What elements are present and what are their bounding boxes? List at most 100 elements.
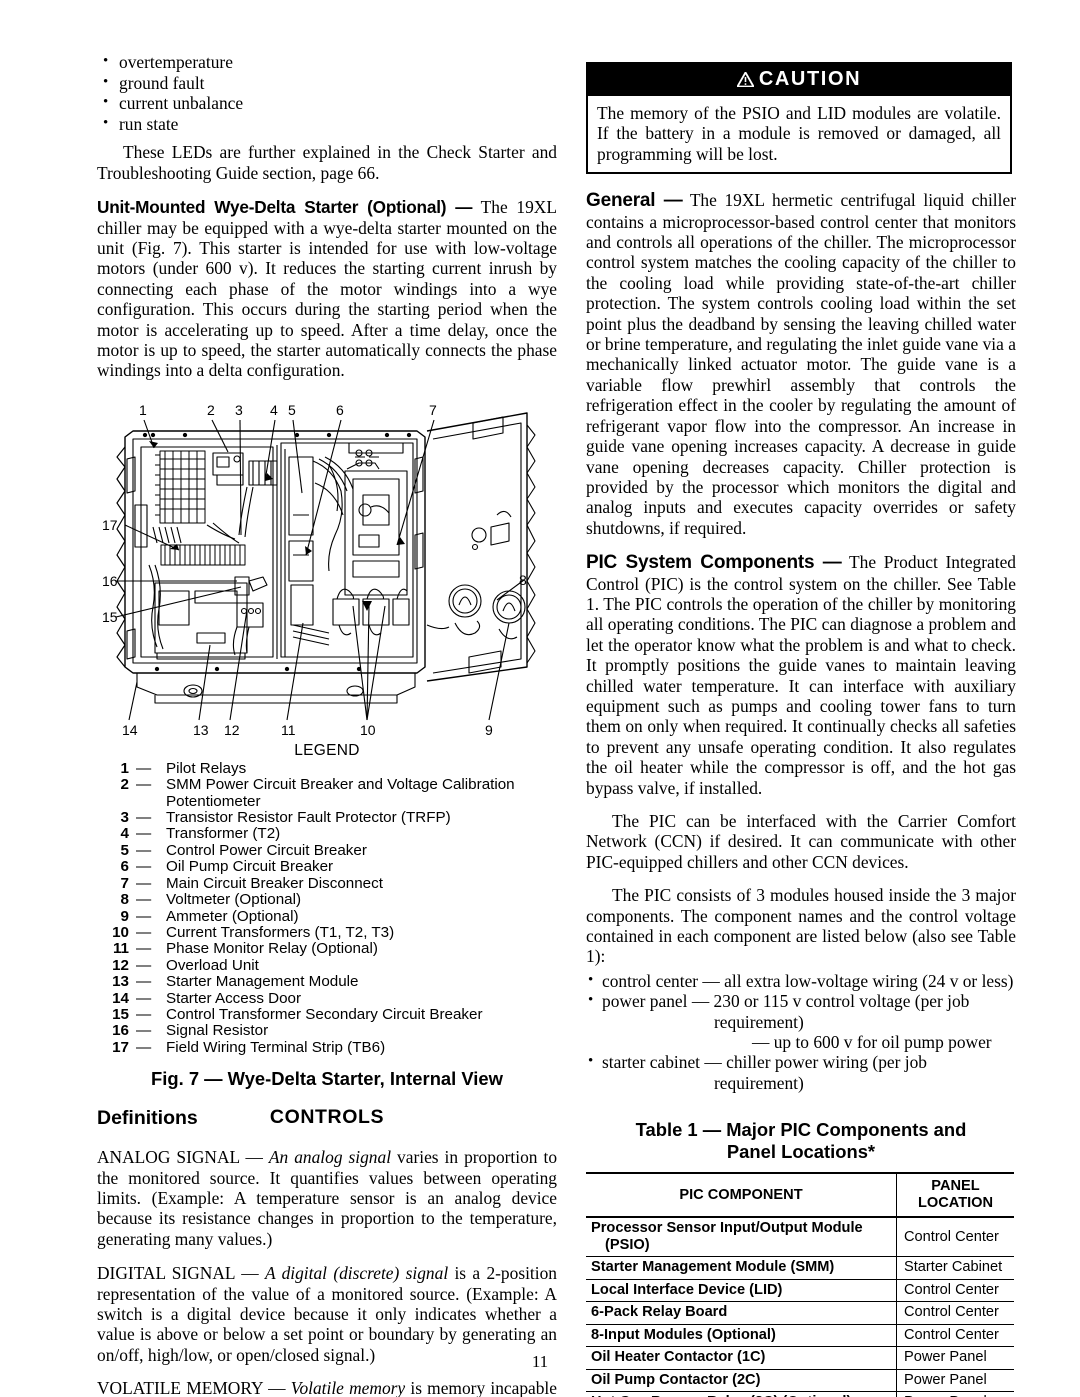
legend-row: 1 — Pilot Relays — [101, 760, 557, 777]
table-row: Processor Sensor Input/Output Module (PS… — [586, 1217, 1014, 1258]
legend-number: 17 — [112, 1038, 129, 1056]
right-column: CAUTION The memory of the PSIO and LID m… — [586, 62, 1016, 1397]
legend-row: 11 — Phase Monitor Relay (Optional) — [101, 940, 557, 958]
module-bullet-sub: requirement) — [714, 1072, 804, 1093]
legend-text: Ammeter (Optional) — [166, 907, 299, 925]
cell-component-line1: Processor Sensor Input/Output Module — [591, 1220, 863, 1237]
legend-text: Overload Unit — [166, 956, 259, 974]
cell-component: Oil Pump Contactor (2C) — [586, 1369, 897, 1393]
caution-box: CAUTION The memory of the PSIO and LID m… — [586, 62, 1012, 175]
legend-dash: — — [136, 907, 152, 925]
legend-text: Oil Pump Circuit Breaker — [166, 858, 334, 876]
definition-italic: Volatile memory — [290, 1378, 406, 1397]
table-row: Hot Gas Bypass Relay (3C) (Optional) Pow… — [586, 1391, 1014, 1397]
cell-component-line2: (PSIO) — [605, 1236, 650, 1253]
ccn-paragraph: The PIC can be interfaced with the Carri… — [586, 811, 1016, 872]
figure-callout-13: 13 — [193, 722, 209, 738]
legend-text: Phase Monitor Relay (Optional) — [166, 940, 378, 958]
legend-text: Starter Management Module — [166, 973, 359, 991]
legend-text: Starter Access Door — [166, 989, 302, 1007]
cell-location: Power Panel — [896, 1391, 1014, 1397]
figure-callout-7: 7 — [429, 402, 437, 418]
legend-dash: — — [136, 1005, 152, 1023]
cell-component: Processor Sensor Input/Output Module (PS… — [586, 1217, 897, 1258]
list-item: power panel — 230 or 115 v control volta… — [586, 990, 1016, 1053]
cell-component: Hot Gas Bypass Relay (3C) (Optional) — [586, 1391, 897, 1397]
caution-label: CAUTION — [758, 68, 862, 90]
legend-number: 15 — [112, 1005, 129, 1023]
general-body: The 19XL hermetic centrifugal liquid chi… — [586, 190, 1016, 538]
legend-text: Voltmeter (Optional) — [166, 891, 302, 909]
modules-paragraph: The PIC consists of 3 modules housed ins… — [586, 885, 1016, 967]
legend-number: 13 — [112, 973, 129, 991]
figure-callout-12: 12 — [224, 722, 240, 738]
legend-text: Current Transformers (T1, T2, T3) — [166, 923, 395, 941]
legend-row: 10 — Current Transformers (T1, T2, T3) — [101, 923, 557, 941]
figure-callout-9: 9 — [485, 722, 493, 738]
table-1-title-line1: Table 1 — Major PIC Components and — [635, 1119, 967, 1141]
general-section: General — The 19XL hermetic centrifugal … — [586, 190, 1016, 538]
leds-paragraph: These LEDs are further explained in the … — [97, 142, 557, 183]
legend-row: 15 — Control Transformer Secondary Circuit… — [101, 1005, 557, 1023]
module-bullet-main: control center — all extra low-voltage w… — [602, 970, 1014, 991]
table-1-title-line2: Panel Locations* — [726, 1141, 876, 1163]
legend-dash: — — [136, 973, 152, 991]
legend-number: 5 — [120, 841, 129, 859]
definition-term: DIGITAL SIGNAL — — [97, 1263, 265, 1284]
legend-row: 9 — Ammeter (Optional) — [101, 907, 557, 925]
table-row: Oil Pump Contactor (2C) Power Panel — [586, 1369, 1014, 1393]
legend-text: Transistor Resistor Fault Protector (TRF… — [166, 809, 451, 827]
legend-number: 11 — [112, 940, 129, 958]
cell-component: 8-Input Modules (Optional) — [586, 1324, 897, 1348]
starter-cabinet-line-drawing: 1 2 3 4 5 6 7 8 9 10 11 12 13 14 15 16 1 — [102, 402, 536, 738]
left-column: overtemperature ground fault current unb… — [97, 51, 557, 1397]
figure-7-wye-delta-starter: 1 2 3 4 5 6 7 8 9 10 11 12 13 14 15 16 1 — [97, 395, 557, 740]
legend-row: 7 — Main Circuit Breaker Disconnect — [101, 875, 557, 892]
legend-dash: — — [136, 858, 152, 876]
list-item: current unbalance — [97, 92, 557, 114]
module-bullet-main: starter cabinet — chiller power wiring (… — [602, 1052, 927, 1073]
legend-dash: — — [136, 989, 152, 1007]
legend-row: 2 — SMM Power Circuit Breaker and Voltage … — [101, 777, 557, 810]
definition-term: VOLATILE MEMORY — — [97, 1378, 291, 1397]
figure-callout-15: 15 — [102, 609, 118, 625]
legend-number: 9 — [120, 907, 129, 925]
led-bullet-list: overtemperature ground fault current unb… — [97, 51, 557, 135]
legend-dash: — — [136, 809, 152, 827]
figure-callout-16: 16 — [102, 573, 118, 589]
cell-component: Starter Management Module (SMM) — [586, 1256, 897, 1280]
page-number: 11 — [531, 1352, 549, 1371]
table-row: Local Interface Device (LID) Control Cen… — [586, 1279, 1014, 1303]
legend-dash: — — [136, 1022, 152, 1040]
legend-row: 13 — Starter Management Module — [101, 973, 557, 991]
legend-number: 16 — [112, 1022, 129, 1040]
wye-delta-heading: Unit-Mounted Wye-Delta Starter (Optional… — [97, 197, 473, 218]
table-1-title: Table 1 — Major PIC Components and Panel… — [586, 1119, 1016, 1163]
list-item: run state — [97, 113, 557, 135]
module-bullet-sub: — up to 600 v for oil pump power — [752, 1032, 992, 1053]
figure-callout-3: 3 — [235, 402, 243, 418]
legend-number: 6 — [120, 858, 129, 876]
legend-dash: — — [136, 923, 152, 941]
legend-text: Control Power Circuit Breaker — [166, 841, 367, 859]
legend-row: 5 — Control Power Circuit Breaker — [101, 841, 557, 859]
caution-bar: CAUTION — [588, 64, 1010, 96]
cell-location: Control Center — [896, 1301, 1014, 1325]
legend-row: 16 — Signal Resistor — [101, 1022, 557, 1040]
pic-system-components-heading: PIC System Components — — [586, 552, 842, 574]
column-header-pic-component: PIC COMPONENT — [586, 1172, 897, 1219]
pic-system-components-body: The Product Integrated Control (PIC) is … — [586, 552, 1016, 798]
legend-dash: — — [136, 940, 152, 958]
list-item: control center — all extra low-voltage w… — [586, 970, 1016, 991]
legend-text: Field Wiring Terminal Strip (TB6) — [166, 1038, 386, 1056]
legend-number: 3 — [120, 809, 129, 827]
cell-location: Control Center — [896, 1324, 1014, 1348]
figure-callout-14: 14 — [122, 722, 138, 738]
definition-italic: An analog signal — [268, 1147, 392, 1168]
legend-row: 17 — Field Wiring Terminal Strip (TB6) — [101, 1038, 557, 1056]
legend-dash: — — [136, 776, 152, 794]
cell-component: Local Interface Device (LID) — [586, 1279, 897, 1303]
figure-legend-table: 1 — Pilot Relays 2 — SMM Power Circuit Break… — [101, 760, 557, 1056]
legend-number: 8 — [120, 891, 129, 909]
cell-component: 6-Pack Relay Board — [586, 1301, 897, 1325]
